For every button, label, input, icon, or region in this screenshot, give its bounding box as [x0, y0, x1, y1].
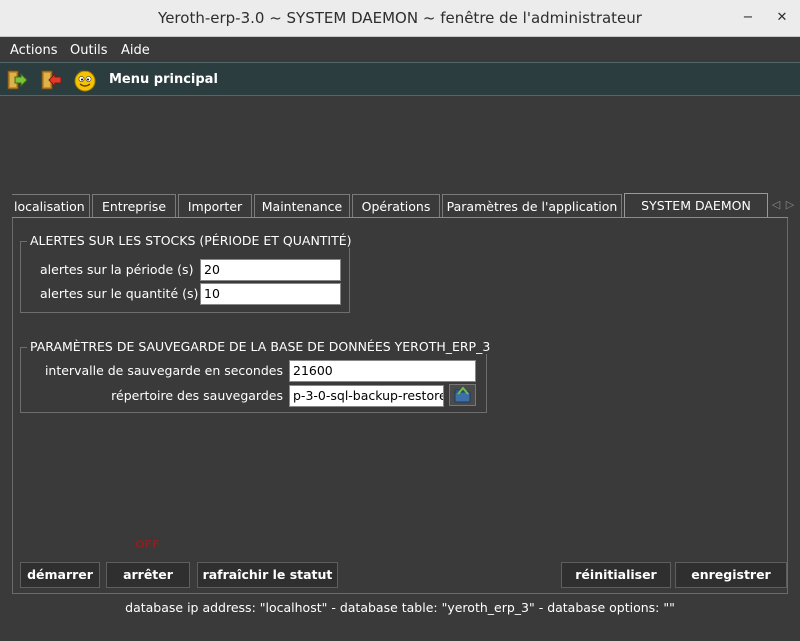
backup-dir-label: répertoire des sauvegardes	[111, 388, 283, 403]
quantity-alert-label: alertes sur le quantité (s)	[40, 286, 199, 301]
menu-principal-label[interactable]: Menu principal	[109, 72, 218, 87]
tab-maintenance[interactable]: Maintenance	[254, 194, 350, 218]
backup-interval-label: intervalle de sauvegarde en secondes	[44, 363, 283, 378]
browse-folder-button[interactable]	[449, 384, 476, 406]
tab-localisation[interactable]: localisation	[12, 194, 90, 218]
menu-actions[interactable]: Actions	[10, 43, 58, 58]
backup-interval-input[interactable]: 21600	[289, 360, 476, 382]
start-button[interactable]: démarrer	[20, 562, 100, 588]
folder-icon	[454, 386, 471, 403]
forward-icon[interactable]	[5, 68, 29, 92]
stop-button[interactable]: arrêter	[106, 562, 190, 588]
period-alert-input[interactable]: 20	[200, 259, 341, 281]
tab-scroll-arrows: ◁ ▷	[769, 195, 799, 217]
backup-dir-input[interactable]: p-3-0-sql-backup-restore	[289, 385, 444, 407]
reset-button[interactable]: réinitialiser	[561, 562, 671, 588]
window-title: Yeroth-erp-3.0 ~ SYSTEM DAEMON ~ fenêtre…	[158, 9, 642, 27]
window-titlebar: Yeroth-erp-3.0 ~ SYSTEM DAEMON ~ fenêtre…	[0, 0, 800, 37]
settings-tabbar: localisation Entreprise Importer Mainten…	[12, 193, 794, 218]
menubar: Actions Outils Aide	[0, 38, 800, 62]
period-alert-label: alertes sur la période (s)	[40, 262, 194, 277]
tab-scroll-right-button[interactable]: ▷	[783, 195, 797, 215]
tab-importer[interactable]: Importer	[178, 194, 252, 218]
refresh-status-button[interactable]: rafraîchir le statut	[197, 562, 338, 588]
save-button[interactable]: enregistrer	[675, 562, 787, 588]
tab-system-daemon[interactable]: SYSTEM DAEMON	[624, 193, 768, 218]
tab-parametres-application[interactable]: Paramètres de l'application	[442, 194, 622, 218]
backup-settings-group-title: PARAMÈTRES DE SAUVEGARDE DE LA BASE DE D…	[27, 339, 494, 354]
close-button[interactable]: ✕	[770, 6, 794, 30]
daemon-status-indicator: OFF	[135, 538, 160, 551]
toolbar: Menu principal	[0, 62, 800, 96]
menu-aide[interactable]: Aide	[121, 43, 150, 58]
tab-scroll-left-button[interactable]: ◁	[769, 195, 783, 215]
menu-outils[interactable]: Outils	[70, 43, 108, 58]
tab-entreprise[interactable]: Entreprise	[92, 194, 176, 218]
smiley-icon[interactable]	[73, 68, 97, 92]
database-status-line: database ip address: "localhost" - datab…	[125, 600, 675, 615]
back-icon[interactable]	[39, 68, 63, 92]
tab-operations[interactable]: Opérations	[352, 194, 440, 218]
stock-alerts-group-title: ALERTES SUR LES STOCKS (PÉRIODE ET QUANT…	[27, 233, 355, 248]
quantity-alert-input[interactable]: 10	[200, 283, 341, 305]
minimize-button[interactable]: −	[736, 6, 760, 30]
